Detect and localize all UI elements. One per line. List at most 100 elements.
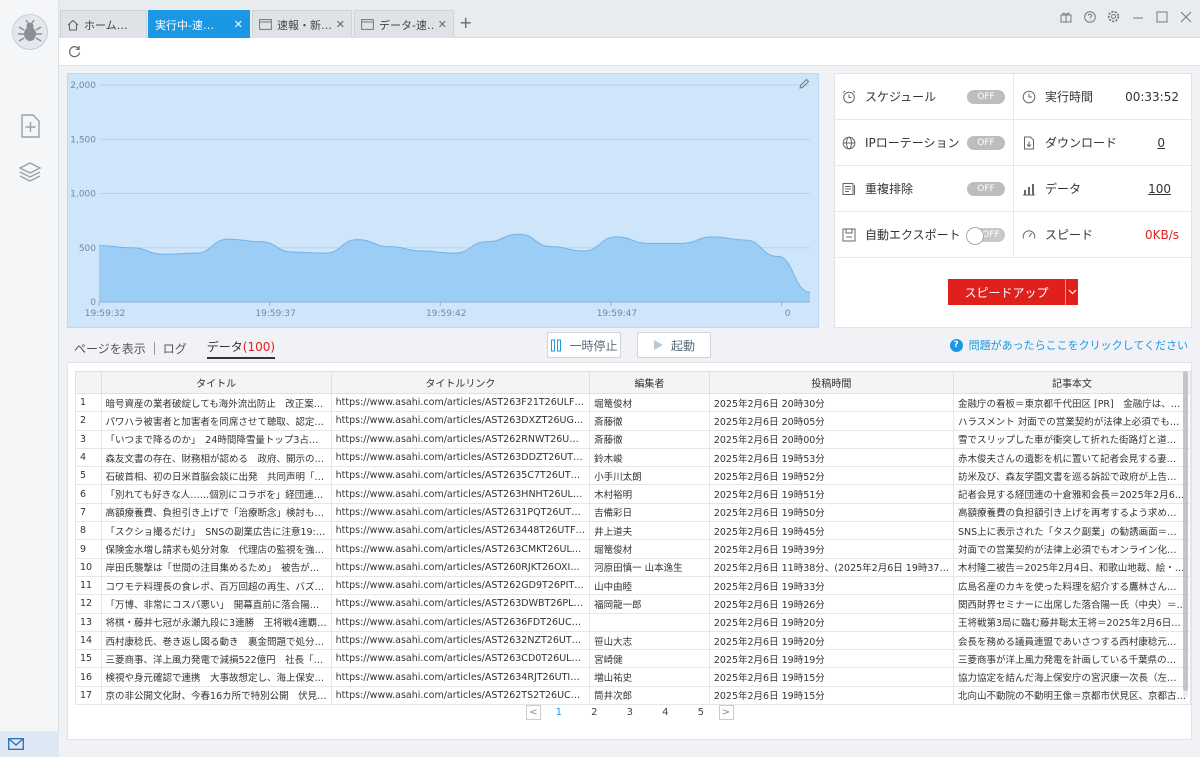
- app-logo: [12, 14, 48, 50]
- table-row[interactable]: 8 「スクショ撮るだけ」 SNSの副業広告に注意19:… https://www.a…: [75, 521, 1192, 541]
- tab-data-view[interactable]: データ(100): [206, 338, 276, 359]
- download-label: ダウンロード: [1045, 136, 1118, 150]
- column-header[interactable]: タイトル: [100, 371, 332, 394]
- refresh-icon[interactable]: [68, 45, 81, 61]
- table-row[interactable]: 10 岸田氏襲撃は「世間の注目集めるため」 被告が… https://www.asa…: [75, 557, 1192, 577]
- help-link[interactable]: ? 問題があったらここをクリックしてください: [949, 337, 1188, 353]
- chevron-down-icon[interactable]: [1065, 279, 1078, 305]
- close-icon[interactable]: ✕: [438, 18, 447, 31]
- page-number[interactable]: 2: [577, 707, 613, 718]
- settings-icon[interactable]: [1107, 10, 1120, 23]
- edit-icon[interactable]: [798, 78, 810, 93]
- x-tick-label: 19:59:37: [255, 309, 295, 319]
- dedupe-toggle[interactable]: OFF: [967, 182, 1005, 196]
- table-row[interactable]: 6 「別れても好きな人……個別にコラボを」経団連… https://www.asah…: [75, 484, 1192, 504]
- column-header[interactable]: 編集者: [589, 371, 710, 394]
- close-window-icon[interactable]: [1179, 10, 1192, 23]
- speed-up-button[interactable]: スピードアップ: [948, 279, 1078, 305]
- table-cell: 2025年2月6日 20時30分: [708, 392, 954, 413]
- table-cell: 14: [75, 630, 102, 651]
- add-tab-icon[interactable]: +: [459, 13, 472, 32]
- help-icon[interactable]: [1083, 10, 1096, 23]
- next-page-button[interactable]: >: [718, 705, 734, 720]
- pause-button[interactable]: 一時停止: [547, 332, 621, 358]
- data-table: タイトル タイトルリンク 編集者 投稿時間 記事本文 1 暗号資産の業者破綻しても海外流出…: [75, 371, 1192, 706]
- table-cell: 山中由睦: [589, 575, 710, 596]
- table-cell: 「万博、非常にコスパ悪い」 開幕直前に落合陽…: [100, 594, 332, 614]
- tab-log[interactable]: ログ: [163, 340, 187, 357]
- pagination: < 12345 >: [526, 705, 734, 720]
- download-count-link[interactable]: 0: [1157, 136, 1165, 150]
- table-row[interactable]: 16 検視や身元確認で連携 大事故想定し、海上保安… https://www.asa…: [75, 667, 1192, 687]
- tab-running[interactable]: 実行中-速… ✕: [148, 10, 250, 38]
- table-row[interactable]: 12 「万博、非常にコスパ悪い」 開幕直前に落合陽… https://www.asa…: [75, 594, 1192, 614]
- table-row[interactable]: 5 石破首相、初の日米首脳会談に出発 共同声明「… https://www.asah…: [75, 466, 1192, 486]
- tab-news[interactable]: 速報・新… ✕: [252, 10, 352, 38]
- table-row[interactable]: 17 京の非公開文化財、今春16カ所で特別公開 伏見… https://www.as…: [75, 685, 1192, 706]
- ip-rotation-toggle[interactable]: OFF: [967, 136, 1005, 150]
- auto-export-toggle[interactable]: OFF: [966, 227, 1005, 245]
- page-number[interactable]: 4: [648, 707, 684, 718]
- table-cell: 5: [75, 466, 102, 486]
- speedometer-icon: [1021, 227, 1037, 243]
- gift-icon[interactable]: [1059, 10, 1072, 23]
- prev-page-button[interactable]: <: [526, 705, 541, 720]
- table-row[interactable]: 4 森友文書の存在、財務相が認める 政府、開示の… https://www.asah…: [75, 447, 1192, 468]
- layers-icon[interactable]: [17, 159, 43, 185]
- table-cell: 河原田慎一 山本逸生: [589, 557, 710, 577]
- table-cell: https://www.asahi.com/articles/AST263DDZ…: [330, 447, 591, 468]
- minimize-icon[interactable]: [1131, 10, 1144, 23]
- table-cell: 2025年2月6日 11時38分、(2025年2月6日 19時37…: [708, 557, 954, 577]
- table-cell: 対面での営業契約が法律上必須でもオンライン化…: [952, 539, 1192, 559]
- table-row[interactable]: 3 「いつまで降るのか」 24時間降雪量トップ3占… https://www.asa…: [75, 429, 1192, 449]
- table-cell: 雪でスリップした車が衝突して折れた街路灯と道…: [952, 429, 1192, 449]
- start-button[interactable]: 起動: [637, 332, 711, 358]
- close-icon[interactable]: ✕: [336, 18, 345, 31]
- table-cell: SNS上に表示された「タスク副業」の勧誘画面＝…: [952, 521, 1192, 541]
- column-header[interactable]: タイトルリンク: [330, 371, 591, 394]
- table-cell: https://www.asahi.com/articles/AST260RJK…: [330, 557, 591, 577]
- tab-label: 実行中-速…: [155, 18, 214, 32]
- runtime-label: 実行時間: [1045, 90, 1094, 104]
- close-icon[interactable]: ✕: [234, 18, 243, 31]
- table-row[interactable]: 13 将棋・藤井七冠が永瀬九段に3連勝 王将戦4連覇… https://www.as…: [75, 612, 1192, 632]
- speed-chart: 2,0001,5001,000500019:59:32 19:59:37 19:59…: [70, 81, 811, 319]
- scrollbar-thumb[interactable]: [1183, 371, 1188, 691]
- table-scrollbar[interactable]: [1183, 371, 1188, 697]
- table-row[interactable]: 7 高額療養費、負担引き上げで「治療断念」検討も… https://www.asah…: [75, 502, 1192, 523]
- data-table-panel: タイトル タイトルリンク 編集者 投稿時間 記事本文 1 暗号資産の業者破綻しても海外流出…: [67, 362, 1192, 740]
- tab-home[interactable]: ホーム…: [60, 10, 147, 38]
- data-count-link[interactable]: 100: [1148, 182, 1171, 196]
- maximize-icon[interactable]: [1155, 10, 1168, 23]
- new-task-icon[interactable]: [17, 113, 43, 139]
- mail-button[interactable]: [0, 731, 59, 757]
- table-cell: 2025年2月6日 20時00分: [708, 429, 954, 449]
- table-cell: https://www.asahi.com/articles/AST2635C7…: [330, 466, 591, 486]
- page-number[interactable]: 3: [612, 707, 648, 718]
- window-icon: [361, 19, 374, 30]
- table-row[interactable]: 14 西村康稔氏、巻き返し図る動き 裏金問題で処分… https://www.asa…: [75, 630, 1192, 651]
- table-row[interactable]: 1 暗号資産の業者破綻しても海外流出防止 改正案… https://www.asah…: [75, 392, 1192, 413]
- divider: [153, 342, 155, 355]
- page-number[interactable]: 1: [541, 707, 577, 718]
- tab-page-view[interactable]: ページを表示: [74, 340, 146, 357]
- page-number[interactable]: 5: [683, 707, 719, 718]
- schedule-row: スケジュール OFF: [835, 74, 1013, 120]
- export-icon: [841, 227, 857, 243]
- schedule-label: スケジュール: [865, 90, 937, 104]
- table-cell: 検視や身元確認で連携 大事故想定し、海上保安…: [100, 667, 332, 687]
- table-cell: 17: [75, 685, 102, 706]
- table-row[interactable]: 15 三菱商事、洋上風力発電で減損522億円 社長「… https://www.as…: [75, 649, 1192, 669]
- column-header[interactable]: 投稿時間: [708, 371, 954, 394]
- table-row[interactable]: 11 コワモテ料理長の食レポ、百万回超の再生、バズ… https://www.asa…: [75, 575, 1192, 596]
- table-row[interactable]: 2 パワハラ被害者と加害者を同席させて聴取、認定… https://www.asah…: [75, 411, 1192, 431]
- column-header[interactable]: [75, 371, 102, 394]
- task-status-panel: スケジュール OFF IPローテーション OFF 重複排除 OFF 自動エクスポ…: [834, 73, 1193, 328]
- tab-bar: ホーム… 実行中-速… ✕ 速報・新… ✕ データ-速… ✕ +: [59, 0, 1200, 38]
- column-header[interactable]: 記事本文: [952, 371, 1192, 394]
- table-cell: パワハラ被害者と加害者を同席させて聴取、認定…: [100, 411, 332, 431]
- schedule-toggle[interactable]: OFF: [967, 90, 1005, 104]
- table-row[interactable]: 9 保険金水増し請求も処分対象 代理店の監視を強… https://www.asah…: [75, 539, 1192, 559]
- tab-data[interactable]: データ-速… ✕: [354, 10, 454, 38]
- table-cell: https://www.asahi.com/articles/AST262GD9…: [330, 575, 591, 596]
